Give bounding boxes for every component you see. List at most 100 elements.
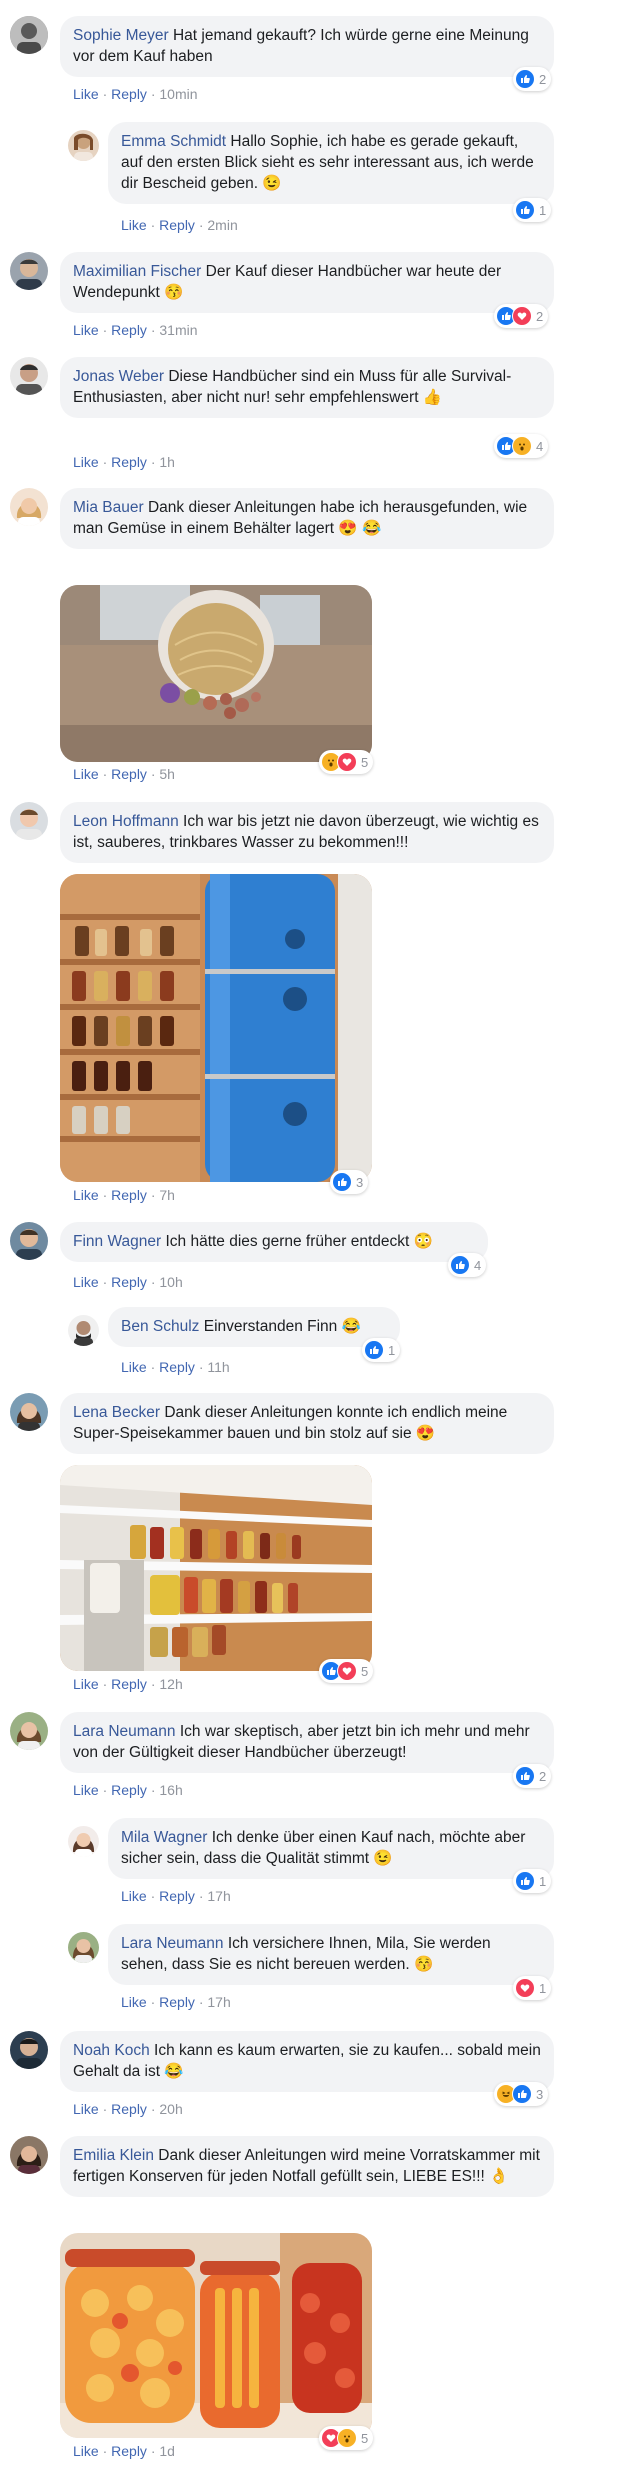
reaction-summary[interactable]: 4 xyxy=(494,434,549,458)
comment-bubble: Sophie Meyer Hat jemand gekauft? Ich wür… xyxy=(60,16,554,77)
comment-image-water-barrels-pantry[interactable] xyxy=(60,874,372,1182)
comment-time: 12h xyxy=(159,1676,183,1692)
avatar[interactable] xyxy=(10,1712,48,1750)
like-reaction-icon xyxy=(332,1172,352,1192)
reaction-summary[interactable]: 1 xyxy=(513,1869,552,1893)
reply-link[interactable]: Reply xyxy=(159,1888,195,1904)
like-link[interactable]: Like xyxy=(73,1676,99,1692)
comment-bubble: Lena Becker Dank dieser Anleitungen konn… xyxy=(60,1393,554,1454)
reaction-summary[interactable]: 2 xyxy=(513,1764,552,1788)
reply-link[interactable]: Reply xyxy=(111,86,147,102)
comment-image-preserve-jars[interactable] xyxy=(60,2233,372,2438)
comment-image-vegetables-in-bucket[interactable] xyxy=(60,585,372,762)
comment-author[interactable]: Mila Wagner xyxy=(121,1829,207,1846)
like-link[interactable]: Like xyxy=(73,454,99,470)
comment-author[interactable]: Mia Bauer xyxy=(73,499,144,516)
comment-author[interactable]: Lena Becker xyxy=(73,1404,160,1421)
comment-time: 5h xyxy=(159,766,175,782)
like-link[interactable]: Like xyxy=(121,1888,147,1904)
comment-author[interactable]: Noah Koch xyxy=(73,2042,150,2059)
comment-text: Einverstanden Finn 😂 xyxy=(203,1318,361,1335)
like-link[interactable]: Like xyxy=(73,2443,99,2459)
like-link[interactable]: Like xyxy=(73,1274,99,1290)
reaction-summary[interactable]: 5 xyxy=(319,750,374,774)
comment-actions: Like · Reply · 20h xyxy=(73,2101,183,2117)
comment-time: 1d xyxy=(159,2443,175,2459)
like-link[interactable]: Like xyxy=(121,1359,147,1375)
reply-link[interactable]: Reply xyxy=(111,1676,147,1692)
reaction-count: 2 xyxy=(539,71,547,87)
reaction-summary[interactable]: 3 xyxy=(494,2082,549,2106)
avatar[interactable] xyxy=(10,1222,48,1260)
reply-link[interactable]: Reply xyxy=(159,1994,195,2010)
reaction-summary[interactable]: 5 xyxy=(319,1659,374,1683)
reaction-count: 5 xyxy=(361,1663,369,1679)
reaction-count: 3 xyxy=(536,2086,544,2102)
avatar[interactable] xyxy=(10,252,48,290)
avatar[interactable] xyxy=(10,1393,48,1431)
reaction-summary[interactable]: 3 xyxy=(330,1170,369,1194)
like-reaction-icon xyxy=(515,1871,535,1891)
comment-time: 10h xyxy=(159,1274,183,1290)
wow-reaction-icon xyxy=(512,436,532,456)
comment-author[interactable]: Lara Neumann xyxy=(73,1723,176,1740)
like-link[interactable]: Like xyxy=(121,217,147,233)
reply-link[interactable]: Reply xyxy=(111,322,147,338)
reaction-summary[interactable]: 5 xyxy=(319,2426,374,2450)
comment-image-pantry-shelves[interactable] xyxy=(60,1465,372,1671)
reaction-summary[interactable]: 1 xyxy=(513,198,552,222)
like-link[interactable]: Like xyxy=(73,1782,99,1798)
reaction-summary[interactable]: 2 xyxy=(513,67,552,91)
comment-author[interactable]: Emilia Klein xyxy=(73,2147,154,2164)
reply-link[interactable]: Reply xyxy=(159,217,195,233)
like-reaction-icon xyxy=(515,200,535,220)
reply-link[interactable]: Reply xyxy=(111,1187,147,1203)
reaction-summary[interactable]: 1 xyxy=(513,1976,552,2000)
comment-actions: Like · Reply · 2min xyxy=(121,217,238,233)
avatar[interactable] xyxy=(10,2031,48,2069)
comment-author[interactable]: Maximilian Fischer xyxy=(73,263,201,280)
like-link[interactable]: Like xyxy=(73,1187,99,1203)
reply-link[interactable]: Reply xyxy=(111,1782,147,1798)
comment-author[interactable]: Leon Hoffmann xyxy=(73,813,179,830)
avatar[interactable] xyxy=(10,488,48,526)
love-reaction-icon xyxy=(337,1661,357,1681)
comment-time: 10min xyxy=(159,86,198,102)
like-link[interactable]: Like xyxy=(73,2101,99,2117)
reply-link[interactable]: Reply xyxy=(111,2101,147,2117)
reply-link[interactable]: Reply xyxy=(111,2443,147,2459)
comment-actions: Like · Reply · 31min xyxy=(73,322,198,338)
avatar[interactable] xyxy=(10,357,48,395)
reply-link[interactable]: Reply xyxy=(159,1359,195,1375)
reply-link[interactable]: Reply xyxy=(111,766,147,782)
like-link[interactable]: Like xyxy=(73,766,99,782)
avatar[interactable] xyxy=(68,1315,99,1346)
avatar[interactable] xyxy=(68,1826,99,1857)
reaction-summary[interactable]: 1 xyxy=(362,1338,401,1362)
love-reaction-icon xyxy=(512,306,532,326)
comment-author[interactable]: Finn Wagner xyxy=(73,1233,161,1250)
like-link[interactable]: Like xyxy=(73,322,99,338)
comment-bubble: Mila Wagner Ich denke über einen Kauf na… xyxy=(108,1818,554,1879)
comment-bubble: Finn Wagner Ich hätte dies gerne früher … xyxy=(60,1222,488,1262)
reaction-summary[interactable]: 2 xyxy=(494,304,549,328)
like-link[interactable]: Like xyxy=(73,86,99,102)
comment-author[interactable]: Ben Schulz xyxy=(121,1318,199,1335)
avatar[interactable] xyxy=(10,16,48,54)
reply-link[interactable]: Reply xyxy=(111,1274,147,1290)
reaction-summary[interactable]: 4 xyxy=(448,1253,487,1277)
comment-author[interactable]: Sophie Meyer xyxy=(73,27,169,44)
comment-time: 16h xyxy=(159,1782,183,1798)
avatar[interactable] xyxy=(68,1932,99,1963)
comment-author[interactable]: Emma Schmidt xyxy=(121,133,226,150)
comment-author[interactable]: Jonas Weber xyxy=(73,368,164,385)
reaction-count: 4 xyxy=(474,1257,482,1273)
comment-bubble: Lara Neumann Ich versichere Ihnen, Mila,… xyxy=(108,1924,554,1985)
comment-author[interactable]: Lara Neumann xyxy=(121,1935,224,1952)
reaction-count: 3 xyxy=(356,1174,364,1190)
avatar[interactable] xyxy=(10,802,48,840)
reply-link[interactable]: Reply xyxy=(111,454,147,470)
avatar[interactable] xyxy=(10,2136,48,2174)
avatar[interactable] xyxy=(68,130,99,161)
like-link[interactable]: Like xyxy=(121,1994,147,2010)
